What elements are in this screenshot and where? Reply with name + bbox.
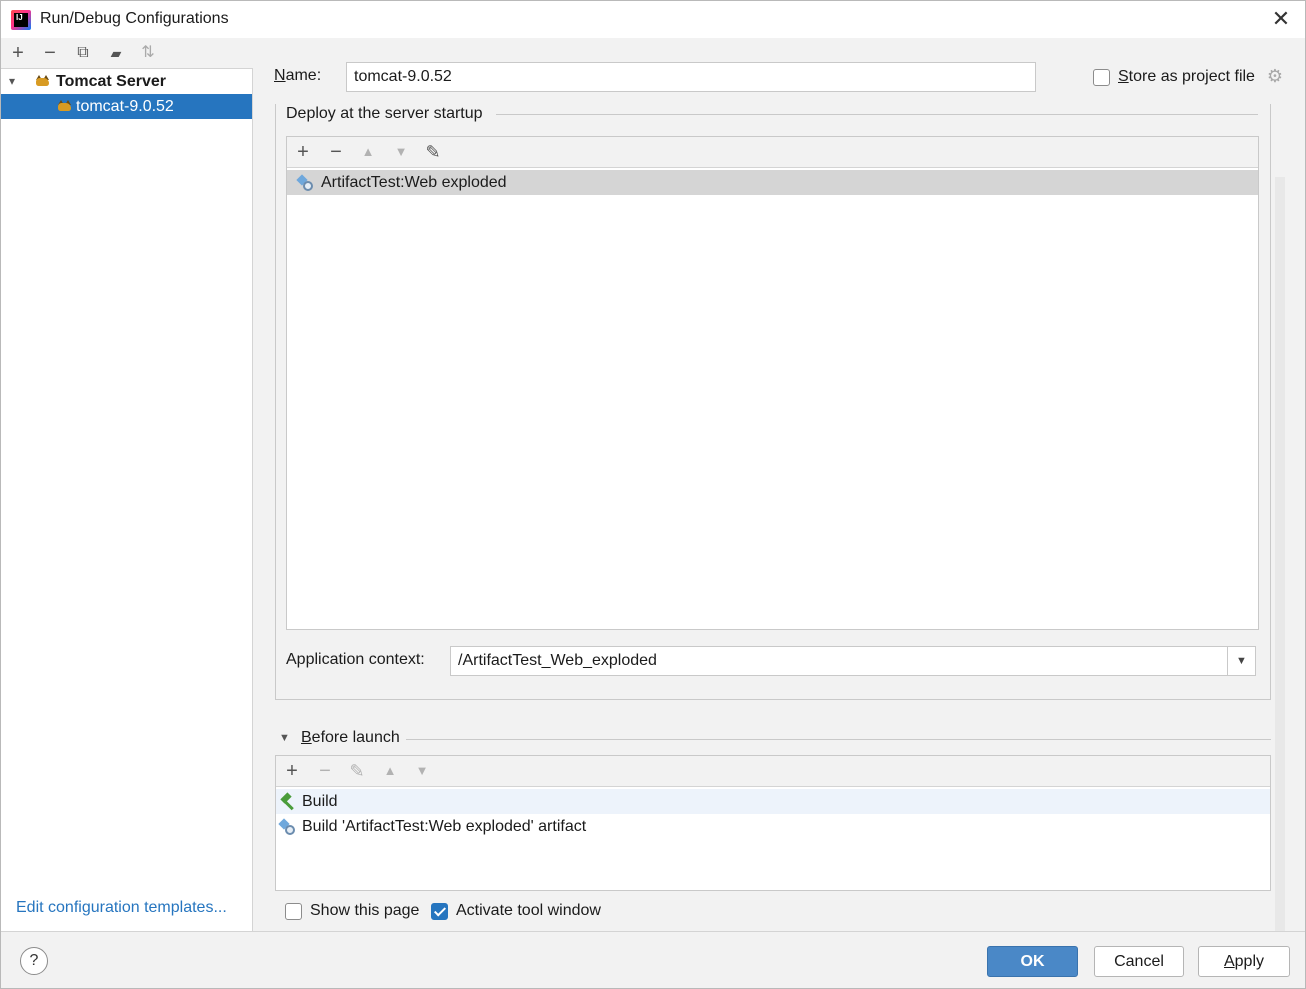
before-launch-toolbar: + − ✎ ▲ ▼ bbox=[276, 756, 1270, 787]
ok-button[interactable]: OK bbox=[987, 946, 1078, 977]
remove-task-icon[interactable]: − bbox=[314, 760, 336, 782]
copy-config-icon[interactable]: ⧉ bbox=[72, 42, 94, 64]
before-launch-divider bbox=[406, 739, 1271, 740]
sort-icon[interactable]: ⇅ bbox=[137, 42, 159, 64]
edit-templates-link[interactable]: Edit configuration templates... bbox=[16, 899, 227, 917]
help-icon[interactable]: ? bbox=[20, 947, 48, 975]
deploy-toolbar: + − ▲ ▼ ✎ bbox=[287, 137, 1258, 168]
tomcat-icon bbox=[56, 100, 73, 113]
deploy-divider bbox=[496, 114, 1258, 115]
title-bar: IJ Run/Debug Configurations ✕ bbox=[1, 1, 1305, 38]
task-label: Build bbox=[302, 793, 338, 810]
move-up-icon[interactable]: ▲ bbox=[379, 760, 401, 782]
show-this-page-label: Show this page bbox=[310, 902, 420, 919]
move-down-icon[interactable]: ▼ bbox=[390, 141, 412, 163]
config-tree-panel: + − ⧉ ▰ ⇅ ▾ Tomcat Server tomcat-9.0.52 … bbox=[1, 38, 253, 931]
remove-config-icon[interactable]: − bbox=[39, 42, 61, 64]
before-launch-list: + − ✎ ▲ ▼ Build Build 'ArtifactTest:Web … bbox=[275, 755, 1271, 891]
add-artifact-icon[interactable]: + bbox=[292, 141, 314, 163]
tree-group-label: Tomcat Server bbox=[56, 73, 166, 90]
remove-artifact-icon[interactable]: − bbox=[325, 141, 347, 163]
edit-task-icon[interactable]: ✎ bbox=[346, 760, 368, 782]
name-input[interactable] bbox=[346, 62, 1036, 92]
application-context-label: Application context: bbox=[286, 651, 425, 668]
list-item[interactable]: Build bbox=[276, 789, 1270, 814]
application-context-value[interactable]: /ArtifactTest_Web_exploded bbox=[458, 652, 657, 670]
show-this-page-checkbox[interactable] bbox=[285, 903, 302, 920]
task-label: Build 'ArtifactTest:Web exploded' artifa… bbox=[302, 818, 587, 835]
artifact-icon bbox=[278, 818, 297, 836]
run-debug-dialog: IJ Run/Debug Configurations ✕ + − ⧉ ▰ ⇅ … bbox=[0, 0, 1306, 989]
chevron-down-icon[interactable]: ▾ bbox=[9, 69, 15, 94]
gear-icon[interactable]: ⚙ bbox=[1266, 67, 1284, 85]
tomcat-icon bbox=[34, 75, 51, 88]
vertical-scrollbar[interactable] bbox=[1275, 177, 1285, 931]
tree-item-tomcat-config[interactable]: tomcat-9.0.52 bbox=[1, 94, 252, 119]
collapse-triangle-icon[interactable]: ▼ bbox=[279, 732, 290, 744]
add-task-icon[interactable]: + bbox=[281, 760, 303, 782]
chevron-down-icon[interactable]: ▼ bbox=[1227, 647, 1255, 675]
move-down-icon[interactable]: ▼ bbox=[411, 760, 433, 782]
move-up-icon[interactable]: ▲ bbox=[357, 141, 379, 163]
new-folder-icon[interactable]: ▰ bbox=[105, 42, 127, 64]
artifact-icon bbox=[296, 174, 315, 192]
close-icon[interactable]: ✕ bbox=[1267, 6, 1295, 34]
activate-tool-window-checkbox[interactable] bbox=[431, 903, 448, 920]
name-label: Name: bbox=[274, 67, 322, 84]
add-config-icon[interactable]: + bbox=[7, 42, 29, 64]
tree-group-tomcat-server[interactable]: ▾ Tomcat Server bbox=[1, 69, 252, 94]
tree-item-label: tomcat-9.0.52 bbox=[76, 98, 174, 115]
application-context-combo[interactable]: /ArtifactTest_Web_exploded ▼ bbox=[450, 646, 1256, 676]
list-item[interactable]: Build 'ArtifactTest:Web exploded' artifa… bbox=[276, 814, 1270, 839]
activate-tool-window-label: Activate tool window bbox=[456, 902, 601, 919]
before-launch-label[interactable]: Before launch bbox=[301, 729, 400, 747]
store-as-project-file-label: Store as project file bbox=[1118, 68, 1255, 85]
hammer-icon bbox=[279, 792, 297, 811]
button-bar: ? OK Cancel Apply bbox=[1, 931, 1305, 988]
store-as-project-file-checkbox[interactable] bbox=[1093, 69, 1110, 86]
deploy-legend: Deploy at the server startup bbox=[286, 105, 491, 123]
apply-button[interactable]: Apply bbox=[1198, 946, 1290, 977]
artifact-label: ArtifactTest:Web exploded bbox=[321, 174, 507, 191]
list-item[interactable]: ArtifactTest:Web exploded bbox=[287, 170, 1258, 195]
deploy-artifact-list: + − ▲ ▼ ✎ ArtifactTest:Web exploded bbox=[286, 136, 1259, 630]
intellij-app-icon: IJ bbox=[11, 10, 31, 30]
tree-toolbar: + − ⧉ ▰ ⇅ bbox=[1, 38, 253, 69]
edit-artifact-icon[interactable]: ✎ bbox=[422, 141, 444, 163]
window-title: Run/Debug Configurations bbox=[40, 10, 229, 27]
cancel-button[interactable]: Cancel bbox=[1094, 946, 1184, 977]
